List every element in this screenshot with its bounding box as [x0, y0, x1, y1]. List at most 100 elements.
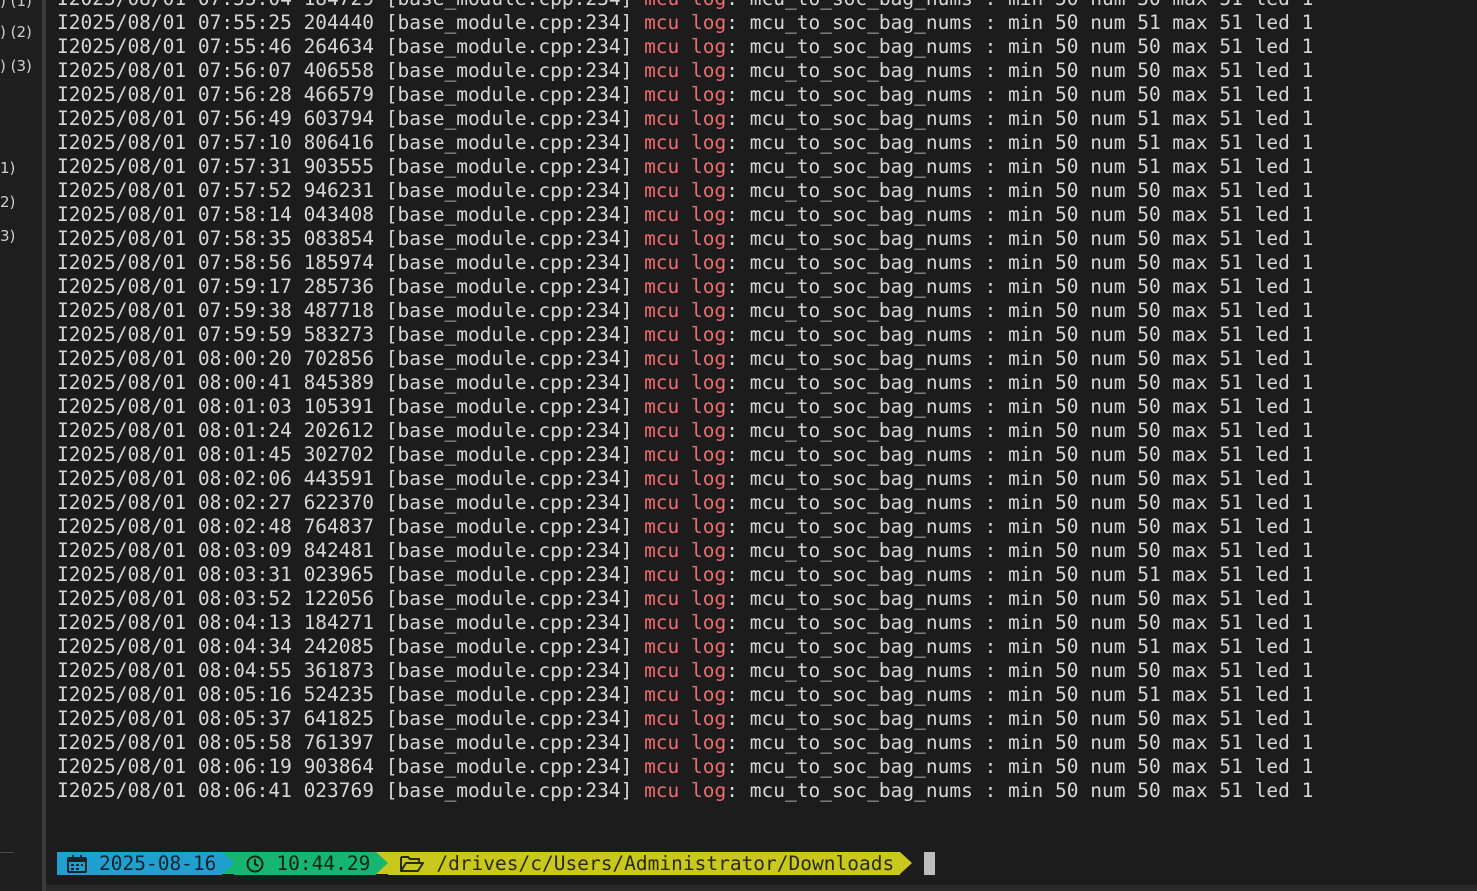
log-tag-log: log: [691, 299, 727, 322]
log-tag-log: log: [691, 83, 727, 106]
log-max-value: 51: [1219, 611, 1243, 634]
log-source: [base_module.cpp:234]: [385, 59, 633, 82]
log-message: mcu_to_soc_bag_nums: [749, 491, 973, 514]
log-tag-mcu: mcu: [644, 251, 680, 274]
log-message: mcu_to_soc_bag_nums: [749, 227, 973, 250]
log-time: 07:55:04: [198, 0, 292, 10]
log-time: 08:01:45: [197, 443, 292, 466]
log-led-value: 1: [1301, 467, 1314, 490]
status-strip: [46, 885, 1477, 891]
log-microseconds: 524235: [303, 683, 375, 706]
log-tag-log: log: [691, 155, 727, 178]
log-source: [base_module.cpp:234]: [385, 611, 633, 634]
log-tag-log: log: [691, 683, 727, 706]
panel-fragment: ) (2): [0, 23, 32, 41]
log-message: mcu_to_soc_bag_nums: [749, 443, 973, 466]
log-date: I2025/08/01: [57, 779, 187, 802]
log-num-value: 50: [1137, 419, 1161, 442]
log-message: mcu_to_soc_bag_nums: [749, 275, 973, 298]
log-tag-mcu: mcu: [644, 203, 680, 226]
log-date: I2025/08/01: [57, 107, 187, 130]
log-source: [base_module.cpp:234]: [385, 83, 633, 106]
log-microseconds: 842481: [303, 539, 375, 562]
log-tag-mcu: mcu: [644, 107, 680, 130]
log-max-value: 51: [1219, 347, 1243, 370]
log-date: I2025/08/01: [57, 347, 187, 370]
terminal-pane[interactable]: I2025/08/01 07:55:04 184729 [base_module…: [46, 0, 1477, 891]
log-num-value: 50: [1137, 323, 1161, 346]
log-num-value: 51: [1137, 11, 1161, 34]
log-date: I2025/08/01: [57, 35, 187, 58]
log-date: I2025/08/01: [57, 587, 187, 610]
log-source: [base_module.cpp:234]: [385, 467, 633, 490]
log-message: mcu_to_soc_bag_nums: [749, 395, 973, 418]
log-date: I2025/08/01: [57, 467, 187, 490]
log-microseconds: 764837: [303, 515, 375, 538]
log-led-value: 1: [1301, 683, 1314, 706]
log-source: [base_module.cpp:234]: [385, 155, 633, 178]
log-max-value: 51: [1219, 11, 1243, 34]
log-message: mcu_to_soc_bag_nums: [749, 299, 973, 322]
log-line: I2025/08/01 07:58:56 185974 [base_module…: [57, 251, 1314, 274]
log-max-value: 51: [1219, 371, 1243, 394]
prompt-path-segment: /drives/c/Users/Administrator/Downloads: [388, 852, 901, 875]
log-message: mcu_to_soc_bag_nums: [749, 731, 973, 754]
log-source: [base_module.cpp:234]: [385, 707, 633, 730]
log-tag-mcu: mcu: [644, 611, 680, 634]
log-min-value: 50: [1055, 779, 1079, 802]
log-message: mcu_to_soc_bag_nums: [749, 755, 973, 778]
log-led-value: 1: [1301, 611, 1314, 634]
log-microseconds: 105391: [303, 395, 375, 418]
log-date: I2025/08/01: [57, 419, 187, 442]
log-time: 08:02:48: [197, 515, 292, 538]
log-led-value: 1: [1301, 131, 1314, 154]
log-min-value: 50: [1055, 371, 1079, 394]
log-tag-mcu: mcu: [644, 419, 680, 442]
prompt-time: 10:44.29: [276, 852, 371, 875]
log-max-value: 51: [1219, 707, 1243, 730]
log-min-value: 50: [1055, 731, 1079, 754]
log-tag-mcu: mcu: [644, 0, 679, 10]
log-tag-mcu: mcu: [644, 635, 680, 658]
log-led-value: 1: [1301, 515, 1314, 538]
log-date: I2025/08/01: [57, 395, 187, 418]
log-microseconds: 641825: [303, 707, 375, 730]
prompt-date: 2025-08-16: [99, 852, 217, 875]
log-num-value: 50: [1137, 179, 1161, 202]
log-date: I2025/08/01: [57, 563, 187, 586]
log-time: 07:57:10: [197, 131, 292, 154]
log-num-value: 51: [1137, 155, 1161, 178]
log-date: I2025/08/01: [57, 179, 187, 202]
log-tag-log: log: [691, 563, 727, 586]
log-message: mcu_to_soc_bag_nums: [749, 515, 973, 538]
log-min-value: 50: [1055, 59, 1079, 82]
log-tag-log: log: [691, 179, 727, 202]
log-tag-mcu: mcu: [644, 227, 680, 250]
log-tag-log: log: [691, 779, 727, 802]
log-tag-log: log: [691, 35, 727, 58]
log-tag-mcu: mcu: [644, 59, 680, 82]
log-microseconds: 023769: [303, 779, 375, 802]
log-time: 07:59:17: [197, 275, 292, 298]
log-line: I2025/08/01 07:58:35 083854 [base_module…: [57, 227, 1314, 250]
log-max-value: 51: [1219, 443, 1243, 466]
log-min-value: 50: [1055, 323, 1079, 346]
log-time: 08:04:13: [197, 611, 292, 634]
log-tag-mcu: mcu: [644, 491, 680, 514]
log-date: I2025/08/01: [57, 203, 187, 226]
log-time: 08:01:03: [197, 395, 292, 418]
log-source: [base_module.cpp:234]: [385, 755, 633, 778]
log-min-value: 50: [1055, 83, 1079, 106]
log-source: [base_module.cpp:234]: [385, 419, 633, 442]
log-microseconds: 806416: [303, 131, 375, 154]
log-num-value: 50: [1137, 395, 1161, 418]
log-source: [base_module.cpp:234]: [385, 683, 633, 706]
log-message: mcu_to_soc_bag_nums: [749, 419, 973, 442]
log-line: I2025/08/01 08:06:19 903864 [base_module…: [57, 755, 1314, 778]
log-line: I2025/08/01 08:01:03 105391 [base_module…: [57, 395, 1314, 418]
log-time: 08:02:27: [197, 491, 292, 514]
log-microseconds: 202612: [303, 419, 375, 442]
log-line: I2025/08/01 07:56:07 406558 [base_module…: [57, 59, 1314, 82]
log-max-value: 51: [1219, 251, 1243, 274]
log-microseconds: 622370: [303, 491, 375, 514]
